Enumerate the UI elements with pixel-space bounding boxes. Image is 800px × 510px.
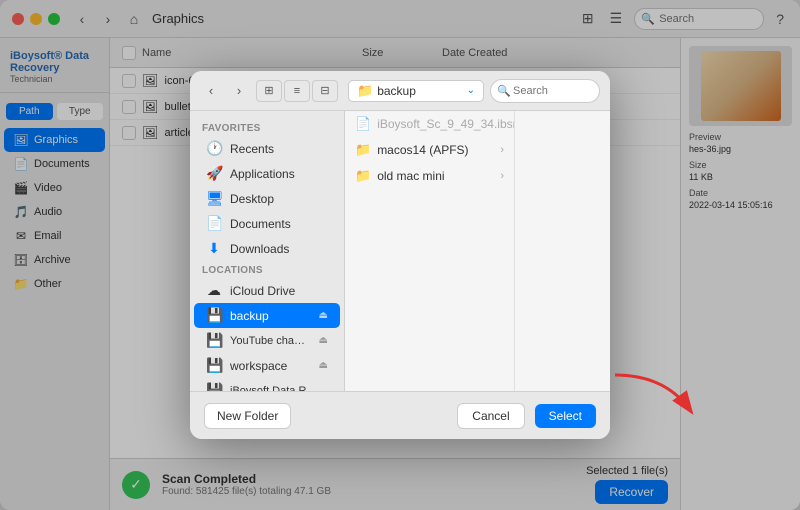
dialog-list-view-button[interactable]: ≡ (284, 80, 310, 102)
sidebar-item-label: workspace (230, 359, 287, 373)
sidebar-item-label: Recents (230, 142, 274, 156)
chevron-down-icon: ⌄ (467, 85, 475, 96)
file-picker-dialog: ‹ › ⊞ ≡ ⊟ 📁 backup ⌄ 🔍 Favorites (190, 71, 610, 439)
dialog-file-item[interactable]: 📁 old mac mini › (345, 163, 514, 189)
arrow-svg (605, 365, 705, 425)
locations-section-label: Locations (190, 261, 344, 278)
recents-icon: 🕐 (206, 140, 222, 157)
desktop-icon: 🖥 (206, 190, 222, 207)
sidebar-item-label: iCloud Drive (230, 284, 295, 298)
dialog-search-wrap: 🔍 (490, 79, 600, 103)
folder-icon: 📁 (355, 168, 371, 184)
eject-icon: ⏏ (319, 360, 328, 371)
workspace-drive-icon: 💾 (206, 357, 222, 374)
file-item-label: iBoysoft_Sc_9_49_34.ibsr (377, 117, 515, 131)
sidebar-item-label: Desktop (230, 192, 274, 206)
dialog-file-column-1: 📄 iBoysoft_Sc_9_49_34.ibsr 📁 macos14 (AP… (345, 111, 515, 391)
sidebar-item-downloads[interactable]: ⬇ Downloads (194, 236, 340, 261)
eject-icon: ⏏ (319, 310, 328, 321)
sidebar-item-workspace[interactable]: 💾 workspace ⏏ (194, 353, 340, 378)
chevron-right-icon: › (500, 170, 504, 182)
sidebar-item-label: Documents (230, 217, 291, 231)
sidebar-item-label: Downloads (230, 242, 289, 256)
dialog-overlay: ‹ › ⊞ ≡ ⊟ 📁 backup ⌄ 🔍 Favorites (0, 0, 800, 510)
location-folder-icon: 📁 (357, 83, 373, 99)
folder-icon: 📁 (355, 142, 371, 158)
chevron-right-icon: › (500, 144, 504, 156)
backup-drive-icon: 💾 (206, 307, 222, 324)
sidebar-item-recents[interactable]: 🕐 Recents (194, 136, 340, 161)
sidebar-item-documents[interactable]: 📄 Documents (194, 211, 340, 236)
favorites-section-label: Favorites (190, 119, 344, 136)
dialog-files: 📄 iBoysoft_Sc_9_49_34.ibsr 📁 macos14 (AP… (345, 111, 610, 391)
sidebar-item-label: backup (230, 309, 269, 323)
dialog-view-buttons: ⊞ ≡ ⊟ (256, 80, 338, 102)
cancel-button[interactable]: Cancel (457, 403, 524, 429)
eject-icon: ⏏ (319, 335, 328, 346)
downloads-icon: ⬇ (206, 240, 222, 257)
new-folder-button[interactable]: New Folder (204, 403, 291, 429)
sidebar-item-applications[interactable]: 🚀 Applications (194, 161, 340, 186)
dialog-location-bar[interactable]: 📁 backup ⌄ (348, 80, 484, 102)
sidebar-item-label: Applications (230, 167, 295, 181)
dialog-search-icon: 🔍 (497, 84, 511, 97)
dialog-footer: New Folder Cancel Select (190, 391, 610, 439)
youtube-drive-icon: 💾 (206, 332, 222, 349)
dialog-sidebar: Favorites 🕐 Recents 🚀 Applications 🖥 Des… (190, 111, 345, 391)
dialog-file-item[interactable]: 📄 iBoysoft_Sc_9_49_34.ibsr (345, 111, 514, 137)
iboysoft-drive-icon: 💾 (206, 382, 222, 391)
dialog-forward-button[interactable]: › (228, 80, 250, 102)
dialog-back-button[interactable]: ‹ (200, 80, 222, 102)
dialog-grid-view-button[interactable]: ⊞ (256, 80, 282, 102)
sidebar-item-label: YouTube channel ba... (230, 335, 311, 347)
dialog-body: Favorites 🕐 Recents 🚀 Applications 🖥 Des… (190, 111, 610, 391)
dialog-location-text: backup (377, 84, 416, 98)
file-item-label: old mac mini (377, 169, 444, 183)
sidebar-item-icloud[interactable]: ☁ iCloud Drive (194, 278, 340, 303)
file-item-label: macos14 (APFS) (377, 143, 468, 157)
sidebar-item-backup[interactable]: 💾 backup ⏏ (194, 303, 340, 328)
select-button[interactable]: Select (535, 404, 596, 428)
dialog-column-view-button[interactable]: ⊟ (312, 80, 338, 102)
arrow-indicator (605, 365, 705, 430)
sidebar-item-iboysoft[interactable]: 💾 iBoysoft Data Recov... (194, 378, 340, 391)
dialog-toolbar: ‹ › ⊞ ≡ ⊟ 📁 backup ⌄ 🔍 (190, 71, 610, 111)
file-icon: 📄 (355, 116, 371, 132)
icloud-icon: ☁ (206, 282, 222, 299)
sidebar-item-desktop[interactable]: 🖥 Desktop (194, 186, 340, 211)
sidebar-item-youtube[interactable]: 💾 YouTube channel ba... ⏏ (194, 328, 340, 353)
documents-icon: 📄 (206, 215, 222, 232)
dialog-file-column-2 (515, 111, 610, 391)
applications-icon: 🚀 (206, 165, 222, 182)
dialog-file-item[interactable]: 📁 macos14 (APFS) › (345, 137, 514, 163)
